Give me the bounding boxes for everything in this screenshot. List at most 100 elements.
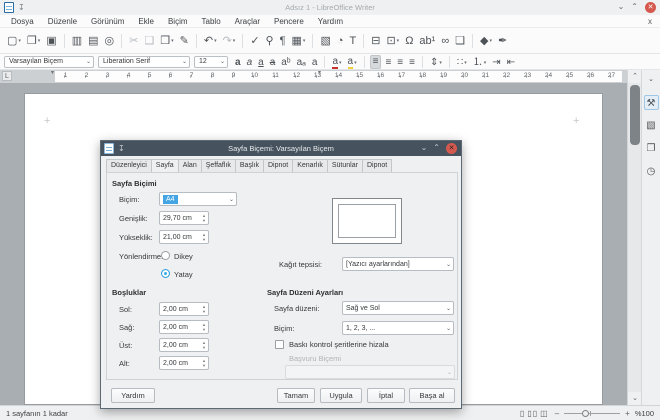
margin-input[interactable]: 2,00 cm ▲▼ [159, 356, 209, 370]
dialog-close-icon[interactable]: ✕ [446, 143, 457, 154]
hyperlink-icon[interactable]: ∞ ▾ [439, 32, 451, 50]
line-spacing-icon[interactable]: ⇕ ▾ [428, 55, 444, 69]
shapes-icon[interactable]: ◆ ▾ [478, 32, 494, 50]
dialog-tab[interactable]: Düzenleyici [106, 159, 151, 173]
pin-icon[interactable]: ↧ [18, 3, 25, 13]
subscript-icon[interactable]: aₐ ▾ [295, 55, 308, 69]
landscape-radio[interactable] [161, 269, 170, 278]
width-input[interactable]: 29,70 cm ▲▼ [159, 211, 209, 225]
dialog-tab[interactable]: Kenarlık [292, 159, 327, 173]
align-center-icon[interactable]: ≡ ▾ [383, 55, 393, 69]
scroll-up-icon[interactable]: ⌃ [628, 70, 642, 83]
menu-item[interactable]: Tablo [195, 17, 228, 26]
paragraph-style-combo[interactable]: Varsayılan Biçem ⌄ [4, 56, 94, 68]
menu-item[interactable]: Yardım [311, 17, 350, 26]
height-input[interactable]: 21,00 cm ▲▼ [159, 230, 209, 244]
spinner-arrows-icon[interactable]: ▲▼ [202, 232, 206, 242]
print-icon[interactable]: ▤ ▾ [86, 32, 100, 50]
help-button[interactable]: Yardım [111, 388, 155, 403]
dialog-minimize-icon[interactable]: ⌄ [421, 142, 428, 154]
apply-button[interactable]: Uygula [320, 388, 362, 403]
multi-page-view-icon[interactable]: ▯▯ [527, 409, 538, 418]
underline-icon[interactable]: a ▾ [256, 55, 266, 69]
numbered-list-icon[interactable]: ⒈ ▾ [471, 55, 489, 69]
menu-item[interactable]: Dosya [4, 17, 41, 26]
align-left-icon[interactable]: ≡ ▾ [370, 55, 382, 69]
redo-icon[interactable]: ↷ ▾ [221, 32, 238, 50]
page-layout-select[interactable]: Sağ ve Sol ⌄ [342, 301, 454, 315]
print-preview-icon[interactable]: ◎ ▾ [103, 32, 117, 50]
cancel-button[interactable]: İptal [367, 388, 405, 403]
page-break-icon[interactable]: ⊟ ▾ [369, 32, 382, 50]
dialog-tab[interactable]: Alan [178, 159, 201, 173]
single-page-view-icon[interactable]: ▯ [520, 409, 525, 418]
draw-functions-icon[interactable]: ✒ ▾ [496, 32, 509, 50]
align-right-icon[interactable]: ≡ ▾ [395, 55, 405, 69]
font-size-combo[interactable]: 12 ⌄ [194, 56, 228, 68]
dialog-tab[interactable]: Sütunlar [327, 159, 362, 173]
spelling-check-icon[interactable]: ✓ ▾ [248, 32, 261, 50]
bold-icon[interactable]: a ▾ [233, 55, 243, 69]
menu-item[interactable]: Düzenle [41, 17, 84, 26]
clone-formatting-icon[interactable]: ✎ ▾ [178, 32, 191, 50]
align-justify-icon[interactable]: ≡ ▾ [407, 55, 417, 69]
insert-image-icon[interactable]: ▧ ▾ [318, 32, 332, 50]
pin-icon[interactable]: ↧ [118, 144, 125, 154]
close-document-icon[interactable]: x [648, 17, 652, 26]
undo-icon[interactable]: ↶ ▾ [202, 32, 219, 50]
vertical-scrollbar[interactable]: ⌃ ⌄ [627, 70, 641, 405]
ok-button[interactable]: Tamam [277, 388, 315, 403]
page-icon[interactable]: ❐ [644, 141, 659, 156]
dialog-tab[interactable]: Sayfa [151, 159, 178, 173]
footnote-icon[interactable]: ab¹ ▾ [417, 32, 437, 50]
margin-input[interactable]: 2,00 cm ▲▼ [159, 338, 209, 352]
scroll-down-icon[interactable]: ⌄ [628, 392, 642, 405]
insert-chart-icon[interactable]: ◔ ▾ [335, 32, 346, 50]
zoom-slider[interactable] [564, 413, 620, 414]
strikethrough-icon[interactable]: a ▾ [268, 55, 278, 69]
superscript-icon[interactable]: aᵇ ▾ [279, 55, 292, 69]
spinner-arrows-icon[interactable]: ▲▼ [202, 340, 206, 350]
zoom-slider-thumb[interactable] [582, 410, 589, 417]
highlight-color-icon[interactable]: a ▾ [346, 55, 359, 69]
tab-stop-selector[interactable]: L [2, 71, 12, 81]
cursor-position-marker-icon[interactable]: ▾ [318, 69, 321, 76]
indent-marker-icon[interactable]: ▾ [51, 69, 54, 76]
menu-item[interactable]: Pencere [267, 17, 311, 26]
dialog-tab[interactable]: Dipnot [362, 159, 392, 173]
clear-formatting-icon[interactable]: a ▾ [310, 55, 320, 69]
number-format-select[interactable]: 1, 2, 3, ... ⌄ [342, 321, 454, 335]
menu-item[interactable]: Biçim [161, 17, 195, 26]
bullet-list-icon[interactable]: ∷ ▾ [455, 55, 469, 69]
cut-icon[interactable]: ✂ ▾ [127, 32, 140, 50]
zoom-in-icon[interactable]: + [625, 409, 630, 418]
menu-item[interactable]: Ekle [131, 17, 161, 26]
new-document-icon[interactable]: ▢ ▾ [5, 32, 23, 50]
italic-icon[interactable]: a ▾ [245, 55, 255, 69]
save-icon[interactable]: ▣ ▾ [44, 32, 58, 50]
margin-input[interactable]: 2,00 cm ▲▼ [159, 302, 209, 316]
zoom-out-icon[interactable]: – [555, 409, 559, 418]
navigator-icon[interactable]: ◷ [644, 164, 659, 179]
margin-input[interactable]: 2,00 cm ▲▼ [159, 320, 209, 334]
font-color-icon[interactable]: a ▾ [330, 55, 343, 69]
dialog-maximize-icon[interactable]: ⌃ [433, 142, 440, 154]
dialog-tab[interactable]: Başlık [235, 159, 263, 173]
properties-icon[interactable]: ⚒ [644, 95, 659, 110]
scrollbar-thumb[interactable] [630, 85, 640, 145]
find-replace-icon[interactable]: ⚲ ▾ [264, 32, 276, 50]
gallery-icon[interactable]: ▧ [644, 118, 659, 133]
dialog-titlebar[interactable]: ↧ Sayfa Biçemi: Varsayılan Biçem ⌄ ⌃ ✕ [101, 141, 461, 156]
insert-textbox-icon[interactable]: T ▾ [348, 32, 359, 50]
spinner-arrows-icon[interactable]: ▲▼ [202, 322, 206, 332]
register-true-checkbox[interactable] [275, 340, 284, 349]
dialog-tab[interactable]: Şeffaflık [201, 159, 235, 173]
special-character-icon[interactable]: Ω ▾ [403, 32, 415, 50]
font-name-combo[interactable]: Liberation Serif ⌄ [98, 56, 190, 68]
book-view-icon[interactable]: ◫ [540, 409, 549, 418]
paper-tray-select[interactable]: [Yazıcı ayarlarından] ⌄ [342, 257, 454, 271]
sidebar-settings-icon[interactable]: ⌄ [644, 75, 659, 85]
insert-table-icon[interactable]: ▦ ▾ [290, 32, 308, 50]
paste-icon[interactable]: ❒ ▾ [158, 32, 175, 50]
spinner-arrows-icon[interactable]: ▲▼ [202, 213, 206, 223]
